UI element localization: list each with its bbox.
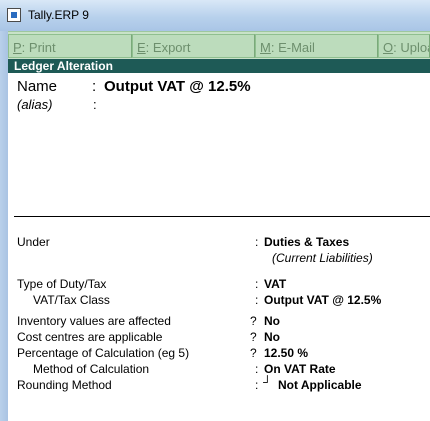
print-button[interactable]: P: Print [8, 34, 132, 58]
under-group-parent: (Current Liabilities) [272, 251, 373, 265]
print-shortcut-key: P [13, 40, 22, 55]
upload-button[interactable]: O: Uploa [378, 34, 430, 58]
alias-label: (alias) [17, 97, 53, 112]
vat-class-separator: : [255, 293, 259, 307]
ledger-name-field[interactable]: Output VAT @ 12.5% [104, 78, 251, 95]
rounding-separator: : [255, 378, 259, 392]
export-shortcut-key: E [137, 40, 146, 55]
vat-class-label: VAT/Tax Class [33, 293, 110, 307]
under-separator: : [255, 235, 259, 249]
upload-button-label: : Uploa [393, 40, 429, 55]
cost-centres-field[interactable]: No [264, 330, 280, 344]
inventory-separator: ? [250, 314, 257, 328]
export-button[interactable]: E: Export [132, 34, 255, 58]
method-label: Method of Calculation [33, 362, 150, 376]
window-titlebar: Tally.ERP 9 [0, 0, 430, 32]
rounding-label: Rounding Method [17, 378, 112, 392]
percentage-field[interactable]: 12.50 % [264, 346, 308, 360]
method-field[interactable]: On VAT Rate [264, 362, 336, 376]
print-button-label: : Print [21, 40, 56, 55]
export-button-label: : Export [145, 40, 191, 55]
rounding-field[interactable]: Not Applicable [278, 378, 362, 392]
screen-header: Ledger Alteration [8, 59, 430, 73]
duty-type-label: Type of Duty/Tax [17, 277, 107, 291]
name-label: Name [17, 78, 58, 95]
form-divider [14, 216, 430, 217]
email-button[interactable]: M: E-Mail [255, 34, 378, 58]
top-button-bar: P: Print E: Export M: E-Mail O: Uploa [8, 31, 430, 60]
inventory-field[interactable]: No [264, 314, 280, 328]
percentage-label: Percentage of Calculation (eg 5) [17, 346, 190, 360]
cost-centres-separator: ? [250, 330, 257, 344]
email-button-label: : E-Mail [270, 40, 315, 55]
duty-type-field[interactable]: VAT [264, 277, 286, 291]
rounding-marker: ┘ [263, 375, 272, 389]
alias-separator: : [93, 97, 97, 112]
window-title: Tally.ERP 9 [28, 8, 89, 22]
percentage-separator: ? [250, 346, 257, 360]
inventory-label: Inventory values are affected [17, 314, 171, 328]
vat-class-field[interactable]: Output VAT @ 12.5% [264, 293, 381, 307]
duty-type-separator: : [255, 277, 259, 291]
under-field[interactable]: Duties & Taxes [264, 235, 349, 249]
upload-shortcut-key: O [383, 40, 394, 55]
alias-field[interactable] [104, 95, 304, 113]
window-left-border [0, 31, 8, 421]
email-shortcut-key: M [260, 40, 271, 55]
ledger-form: Name : Output VAT @ 12.5% (alias) : Unde… [8, 73, 430, 421]
method-separator: : [255, 362, 259, 376]
name-separator: : [92, 78, 97, 95]
under-label: Under [17, 235, 50, 249]
tally-app-icon [7, 8, 21, 22]
cost-centres-label: Cost centres are applicable [17, 330, 163, 344]
